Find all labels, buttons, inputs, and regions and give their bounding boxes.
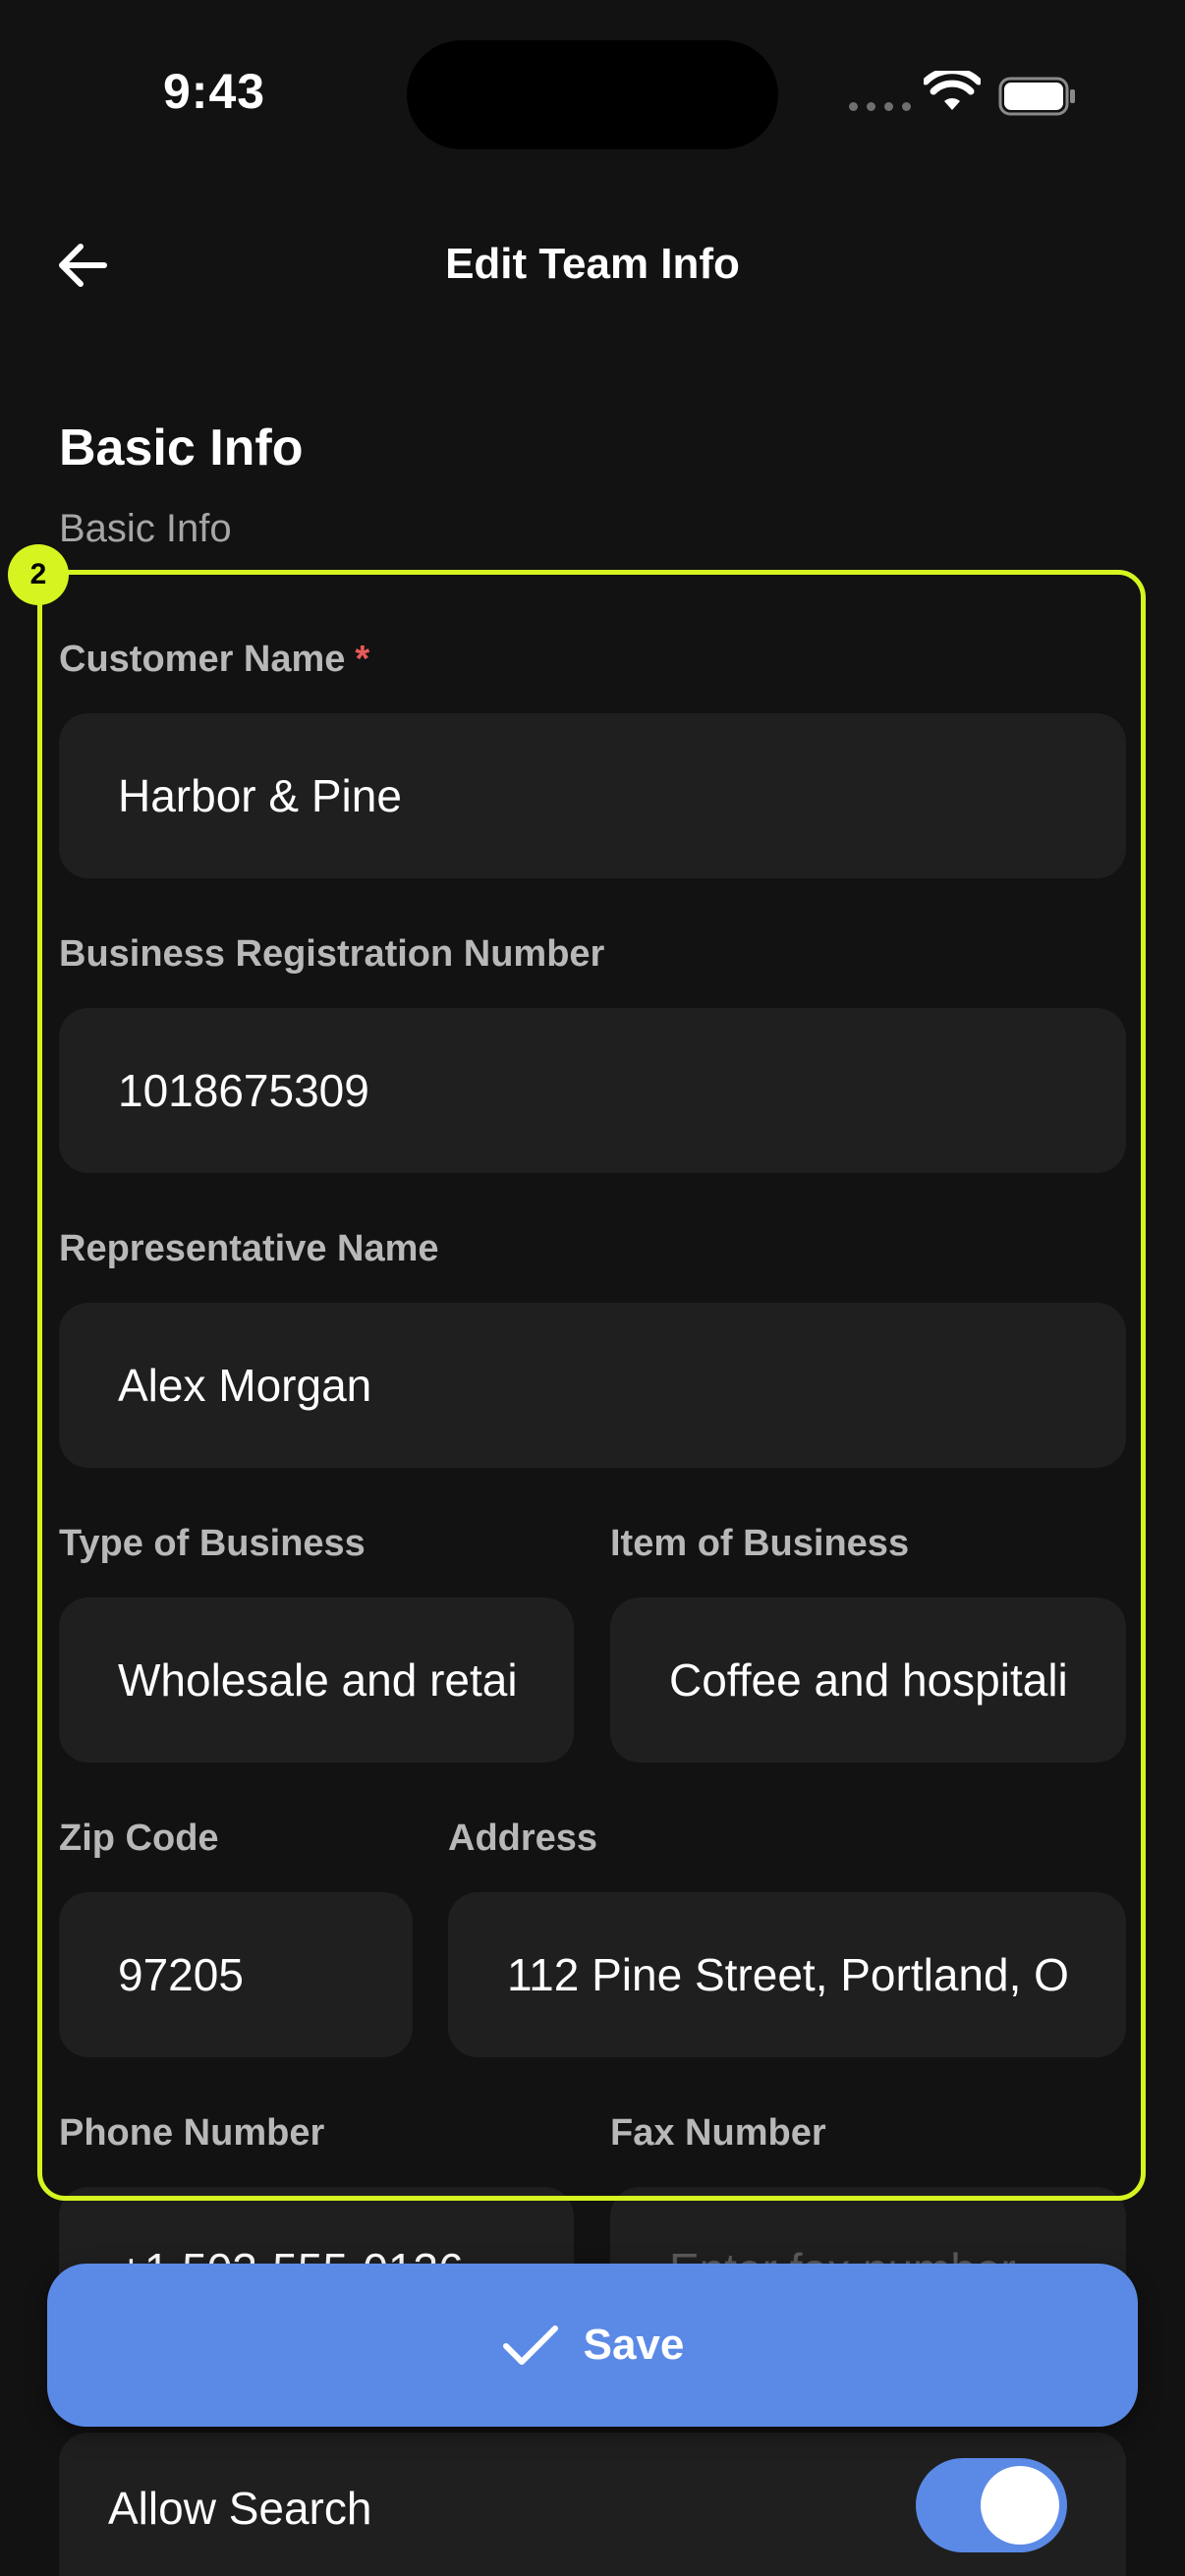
representative-name-label: Representative Name bbox=[59, 1228, 439, 1269]
representative-name-field[interactable]: Alex Morgan bbox=[59, 1303, 1126, 1468]
representative-name-value: Alex Morgan bbox=[118, 1360, 372, 1411]
fax-number-label: Fax Number bbox=[610, 2112, 826, 2154]
allow-search-toggle[interactable] bbox=[916, 2458, 1067, 2552]
checkmark-icon bbox=[502, 2325, 558, 2365]
highlight-badge: 2 bbox=[8, 544, 69, 605]
page-title: Edit Team Info bbox=[445, 240, 740, 288]
customer-name-label-text: Customer Name bbox=[59, 639, 346, 680]
allow-search-label: Allow Search bbox=[108, 2483, 372, 2534]
customer-name-value: Harbor & Pine bbox=[118, 770, 402, 821]
address-label: Address bbox=[448, 1818, 598, 1859]
item-of-business-field[interactable]: Coffee and hospitality bbox=[610, 1597, 1126, 1763]
toggle-knob bbox=[981, 2466, 1059, 2545]
save-button-label: Save bbox=[583, 2321, 685, 2369]
required-mark: * bbox=[355, 639, 370, 680]
battery-icon bbox=[998, 77, 1075, 116]
customer-name-label: Customer Name * bbox=[59, 639, 369, 681]
type-of-business-label: Type of Business bbox=[59, 1523, 366, 1564]
save-button[interactable]: Save bbox=[47, 2264, 1138, 2427]
zip-code-value: 97205 bbox=[118, 1949, 244, 2000]
business-registration-number-label: Business Registration Number bbox=[59, 933, 605, 975]
type-of-business-field[interactable]: Wholesale and retail bbox=[59, 1597, 574, 1763]
section-title: Basic Info bbox=[59, 420, 304, 476]
business-registration-number-value: 1018675309 bbox=[118, 1065, 369, 1116]
address-value: 112 Pine Street, Portland, OR bbox=[507, 1949, 1067, 2000]
section-subtitle: Basic Info bbox=[59, 507, 232, 550]
address-field[interactable]: 112 Pine Street, Portland, OR bbox=[448, 1892, 1126, 2057]
cellular-signal-icon bbox=[849, 102, 911, 111]
status-time: 9:43 bbox=[163, 64, 266, 119]
dynamic-island bbox=[407, 40, 778, 149]
item-of-business-label: Item of Business bbox=[610, 1523, 910, 1564]
zip-code-label: Zip Code bbox=[59, 1818, 219, 1859]
customer-name-field[interactable]: Harbor & Pine bbox=[59, 713, 1126, 878]
wifi-icon bbox=[924, 71, 981, 110]
type-of-business-value: Wholesale and retail bbox=[118, 1654, 515, 1706]
phone-number-label: Phone Number bbox=[59, 2112, 325, 2154]
zip-code-field[interactable]: 97205 bbox=[59, 1892, 413, 2057]
item-of-business-value: Coffee and hospitality bbox=[669, 1654, 1067, 1706]
business-registration-number-field[interactable]: 1018675309 bbox=[59, 1008, 1126, 1173]
